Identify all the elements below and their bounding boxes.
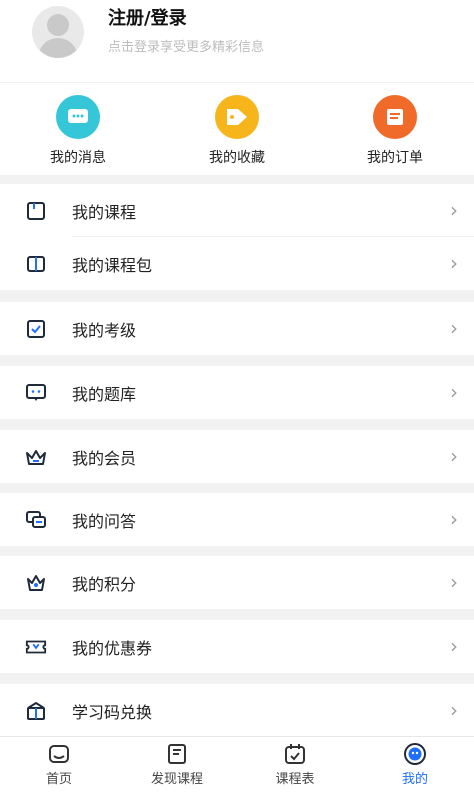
- tab-schedule-label: 课程表: [275, 772, 315, 787]
- tab-home-label: 首页: [45, 772, 72, 787]
- quick-favorites-label: 我的收藏: [209, 150, 265, 166]
- menu-item-coupons[interactable]: 我的优惠券 ›: [0, 620, 474, 673]
- menu-group-question-bank: 我的题库 ›: [0, 366, 474, 419]
- book-icon: [25, 253, 47, 275]
- menu-item-courses[interactable]: 我的课程 ›: [0, 184, 474, 237]
- avatar-head: [47, 14, 69, 36]
- chevron-right-icon: ›: [450, 197, 458, 222]
- calendar-icon: [282, 743, 308, 765]
- tab-discover-label: 发现课程: [150, 772, 203, 787]
- chevron-right-icon: ›: [450, 315, 458, 340]
- menu-item-coupons-label: 我的优惠券: [72, 638, 153, 658]
- discover-icon: [164, 743, 190, 765]
- gift-icon: [25, 700, 47, 722]
- menu-item-redeem-label: 学习码兑换: [72, 702, 153, 722]
- menu-group-points: 我的积分 ›: [0, 556, 474, 609]
- quick-actions: 我的消息 我的收藏 我的订单: [0, 82, 474, 175]
- question-bank-icon: [25, 382, 47, 404]
- menu-item-qa[interactable]: 我的问答 ›: [0, 493, 474, 546]
- avatar-body: [38, 38, 78, 58]
- menu-item-points[interactable]: 我的积分 ›: [0, 556, 474, 609]
- qa-icon: [25, 509, 47, 531]
- menu-item-exams-label: 我的考级: [72, 320, 137, 340]
- chevron-right-icon: ›: [450, 379, 458, 404]
- chevron-right-icon: ›: [450, 569, 458, 594]
- menu-item-redeem[interactable]: 学习码兑换 ›: [0, 684, 474, 737]
- tab-home[interactable]: 首页: [0, 743, 118, 787]
- tag-icon: [215, 95, 259, 139]
- tab-mine-label: 我的: [401, 772, 428, 787]
- quick-messages[interactable]: 我的消息: [18, 95, 138, 167]
- tab-discover[interactable]: 发现课程: [118, 743, 236, 787]
- menu-group-membership: 我的会员 ›: [0, 430, 474, 483]
- points-icon: [25, 572, 47, 594]
- message-icon: [56, 95, 100, 139]
- profile-header[interactable]: 注册/登录 点击登录享受更多精彩信息: [0, 0, 474, 82]
- chevron-right-icon: ›: [450, 443, 458, 468]
- crown-icon: [25, 446, 47, 468]
- menu-group-coupons: 我的优惠券 ›: [0, 620, 474, 673]
- bottom-tab-bar: 首页 发现课程 课程表 我的: [0, 736, 474, 795]
- login-subtitle: 点击登录享受更多精彩信息: [108, 40, 265, 55]
- menu-item-points-label: 我的积分: [72, 574, 137, 594]
- login-register-link[interactable]: 注册/登录: [108, 4, 187, 30]
- home-icon: [46, 743, 72, 765]
- menu-item-exams[interactable]: 我的考级 ›: [0, 302, 474, 355]
- menu-group-exams: 我的考级 ›: [0, 302, 474, 355]
- menu-group-redeem: 学习码兑换 ›: [0, 684, 474, 737]
- menu-item-course-packages[interactable]: 我的课程包 ›: [0, 237, 474, 290]
- menu-item-membership-label: 我的会员: [72, 448, 137, 468]
- menu-item-question-bank[interactable]: 我的题库 ›: [0, 366, 474, 419]
- menu-item-courses-label: 我的课程: [72, 202, 137, 222]
- menu-group-qa: 我的问答 ›: [0, 493, 474, 546]
- tab-schedule[interactable]: 课程表: [236, 743, 354, 787]
- menu-item-course-packages-label: 我的课程包: [72, 255, 153, 275]
- profile-icon: [402, 743, 428, 765]
- course-icon: [25, 200, 47, 222]
- avatar[interactable]: [32, 6, 84, 58]
- coupon-icon: [25, 636, 47, 658]
- quick-favorites[interactable]: 我的收藏: [177, 95, 297, 167]
- chevron-right-icon: ›: [450, 633, 458, 658]
- quick-messages-label: 我的消息: [50, 150, 106, 166]
- menu-item-qa-label: 我的问答: [72, 511, 137, 531]
- quick-orders-label: 我的订单: [367, 150, 423, 166]
- quick-orders[interactable]: 我的订单: [335, 95, 455, 167]
- chevron-right-icon: ›: [450, 250, 458, 275]
- exam-icon: [25, 318, 47, 340]
- order-icon: [373, 95, 417, 139]
- menu-item-question-bank-label: 我的题库: [72, 384, 137, 404]
- chevron-right-icon: ›: [450, 506, 458, 531]
- menu-item-membership[interactable]: 我的会员 ›: [0, 430, 474, 483]
- menu-group-courses: 我的课程 › 我的课程包 ›: [0, 184, 474, 290]
- tab-mine[interactable]: 我的: [356, 743, 474, 787]
- chevron-right-icon: ›: [450, 697, 458, 722]
